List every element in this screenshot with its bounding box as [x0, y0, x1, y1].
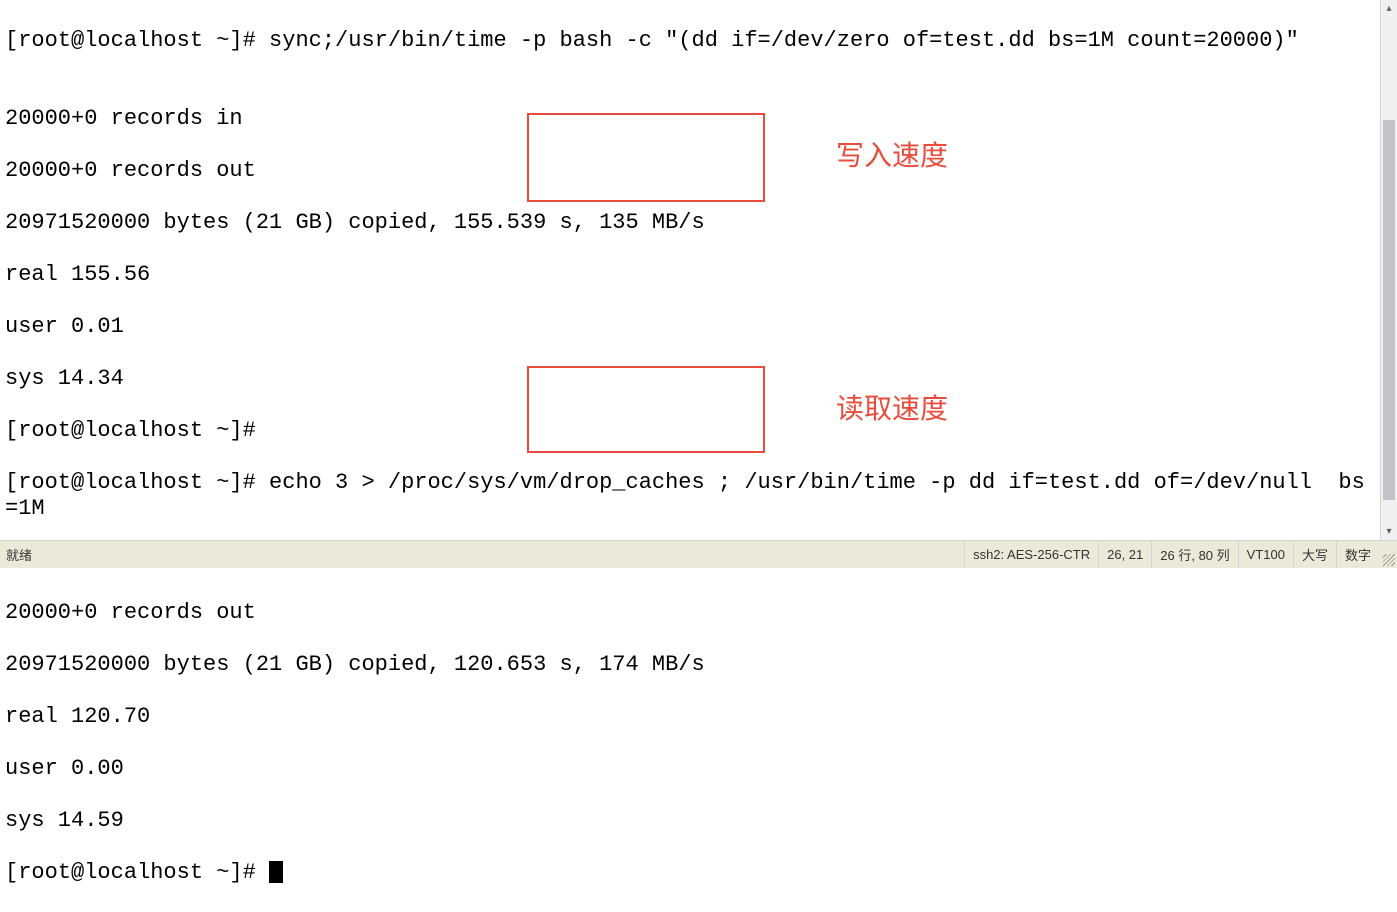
terminal-line: user 0.00: [5, 756, 1375, 782]
status-caps-lock: 大写: [1294, 541, 1337, 568]
scroll-down-button[interactable]: ▾: [1381, 523, 1397, 540]
terminal-output[interactable]: [root@localhost ~]# sync;/usr/bin/time -…: [0, 0, 1380, 540]
vertical-scrollbar[interactable]: ▴ ▾: [1380, 0, 1397, 540]
status-bar: 就绪 ssh2: AES-256-CTR 26, 21 26 行, 80 列 V…: [0, 540, 1397, 568]
terminal-cursor: [269, 861, 283, 883]
terminal-line: 20971520000 bytes (21 GB) copied, 120.65…: [5, 652, 1375, 678]
scrollbar-thumb[interactable]: [1383, 120, 1395, 500]
status-num-lock: 数字: [1337, 541, 1379, 568]
terminal-line: [root@localhost ~]# sync;/usr/bin/time -…: [5, 28, 1375, 54]
terminal-line: user 0.01: [5, 314, 1375, 340]
scroll-up-button[interactable]: ▴: [1381, 0, 1397, 17]
terminal-line: 20000+0 records out: [5, 600, 1375, 626]
terminal-line: 20971520000 bytes (21 GB) copied, 155.53…: [5, 210, 1375, 236]
terminal-prompt: [root@localhost ~]#: [5, 860, 269, 885]
terminal-line: [root@localhost ~]# echo 3 > /proc/sys/v…: [5, 470, 1375, 522]
terminal-prompt-line: [root@localhost ~]#: [5, 860, 1375, 886]
resize-handle[interactable]: [1379, 541, 1397, 568]
status-ready: 就绪: [0, 541, 40, 568]
terminal-line: 20000+0 records out: [5, 158, 1375, 184]
status-terminal-type: VT100: [1239, 541, 1294, 568]
terminal-line: sys 14.59: [5, 808, 1375, 834]
terminal-line: 20000+0 records in: [5, 106, 1375, 132]
terminal-line: [root@localhost ~]#: [5, 418, 1375, 444]
chevron-down-icon: ▾: [1386, 526, 1391, 538]
resize-grip-icon: [1383, 554, 1395, 566]
status-connection: ssh2: AES-256-CTR: [965, 541, 1099, 568]
terminal-line: real 155.56: [5, 262, 1375, 288]
terminal-line: real 120.70: [5, 704, 1375, 730]
chevron-up-icon: ▴: [1386, 3, 1391, 15]
status-cursor-position: 26, 21: [1099, 541, 1152, 568]
terminal-line: sys 14.34: [5, 366, 1375, 392]
status-dimensions: 26 行, 80 列: [1152, 541, 1238, 568]
status-spacer: [40, 541, 965, 568]
